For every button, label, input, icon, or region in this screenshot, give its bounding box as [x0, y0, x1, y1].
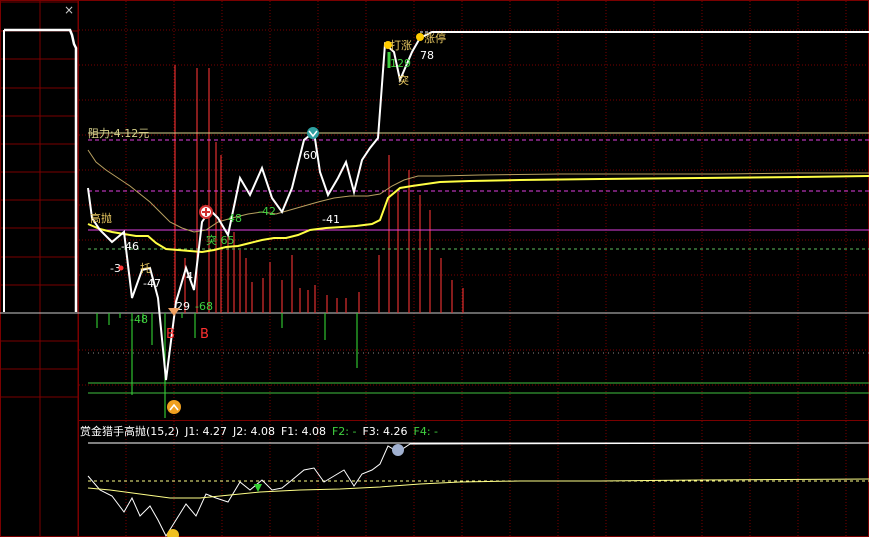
annotation-5: -48 [130, 313, 148, 326]
yellow-dot-icon-1 [384, 41, 392, 49]
annotation-9: B [200, 327, 209, 342]
annotation-16: 打涨 [390, 38, 412, 52]
annotation-1: -46 [121, 240, 139, 253]
f2-value: F2: - [331, 425, 357, 438]
j2-value: J2: 4.08 [233, 425, 275, 438]
annotation-15: -41 [322, 213, 340, 226]
grid [0, 0, 869, 537]
annotation-11: 突 65 [206, 233, 235, 247]
close-icon[interactable]: × [62, 3, 76, 17]
sub-panel-header: 赏金猎手高抛(15,2) J1: 4.27 J2: 4.08 F1: 4.08 F2: … [80, 423, 444, 439]
f1-value: F1: 4.08 [280, 425, 326, 438]
annotation-20: 78 [420, 49, 434, 62]
chart-canvas: 阻力:4.12元 高抛-46-3 托-47-4829 -68B B4突 6548-42… [0, 0, 869, 537]
sub-white-line [87, 442, 869, 537]
annotation-17: 129 [390, 57, 411, 70]
resistance-label: 阻力:4.12元 [88, 127, 149, 140]
volume-bars [96, 65, 464, 418]
annotation-7: -68 [195, 300, 213, 313]
orange-up-icon [167, 400, 181, 414]
j1-value: J1: 4.27 [185, 425, 228, 438]
annotation-3: 托 [140, 261, 151, 275]
red-dot-icon [118, 265, 124, 271]
sub-panel-chart [87, 442, 869, 537]
annotation-10: 4 [186, 270, 193, 283]
annotation-4: -47 [143, 277, 161, 290]
sub-panel-title: 赏金猎手高抛(15,2) [80, 425, 180, 438]
annotation-19: 涨停 [424, 31, 446, 45]
smile-face-icon [167, 529, 179, 537]
envelope-line [87, 149, 869, 233]
f4-value: F4: - [413, 425, 439, 438]
annotation-12: 48 [228, 212, 242, 225]
f3-value: F3: 4.26 [362, 425, 408, 438]
annotation-14: 60 [303, 149, 317, 162]
annotation-18: 突 [398, 73, 409, 87]
yellow-dot-icon-2 [416, 33, 424, 41]
annotation-8: B [166, 327, 175, 342]
annotation-marks: 高抛-46-3 托-47-4829 -68B B4突 6548-4260-41打涨12… [90, 31, 446, 414]
sad-face-icon [392, 444, 404, 456]
annotation-6: 29 [176, 300, 190, 313]
annotation-0: 高抛 [90, 211, 112, 225]
annotation-13: -42 [258, 205, 276, 218]
green-down-arrow-icon [254, 484, 262, 492]
